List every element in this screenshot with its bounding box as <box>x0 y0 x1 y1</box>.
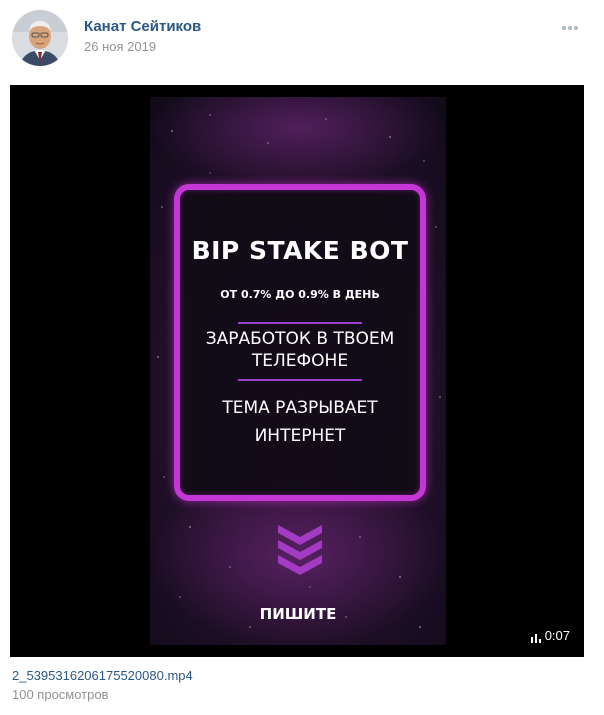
promo-line-internet: ИНТЕРНЕТ <box>254 426 346 446</box>
attachment-file-link[interactable]: 2_5395316206175520080.mp4 <box>12 668 193 683</box>
triple-chevron-down-icon <box>278 525 322 575</box>
promo-title: BIP STAKE BOT <box>191 236 409 265</box>
video-player[interactable]: BIP STAKE BOT ОТ 0.7% ДО 0.9% В ДЕНЬ ЗАР… <box>10 85 584 657</box>
promo-line-topic: ТЕМА РАЗРЫВАЕТ <box>222 398 378 418</box>
author-name-link[interactable]: Канат Сейтиков <box>84 18 201 35</box>
promo-line-earnings: ЗАРАБОТОК В ТВОЕМ <box>205 329 395 349</box>
more-dots-glyph <box>562 26 578 30</box>
signal-bars-icon <box>530 634 541 643</box>
more-dots-icon[interactable] <box>556 14 584 42</box>
promo-divider <box>238 379 362 381</box>
promo-divider <box>238 322 362 324</box>
post-header: Канат Сейтиков 26 ноя 2019 <box>0 0 604 80</box>
video-duration: 0:07 <box>530 628 570 643</box>
promo-rate: ОТ 0.7% ДО 0.9% В ДЕНЬ <box>220 288 380 301</box>
author-avatar[interactable] <box>12 10 68 66</box>
avatar-image <box>12 10 68 66</box>
cta-text: ПИШИТЕ <box>259 605 337 623</box>
views-count: 100 просмотров <box>12 687 109 702</box>
video-frame-content: BIP STAKE BOT ОТ 0.7% ДО 0.9% В ДЕНЬ ЗАР… <box>150 97 446 645</box>
post-date: 26 ноя 2019 <box>84 39 157 54</box>
duration-text: 0:07 <box>544 628 570 643</box>
promo-card: BIP STAKE BOT ОТ 0.7% ДО 0.9% В ДЕНЬ ЗАР… <box>174 184 426 501</box>
promo-line-phone: ТЕЛЕФОНЕ <box>251 351 349 371</box>
